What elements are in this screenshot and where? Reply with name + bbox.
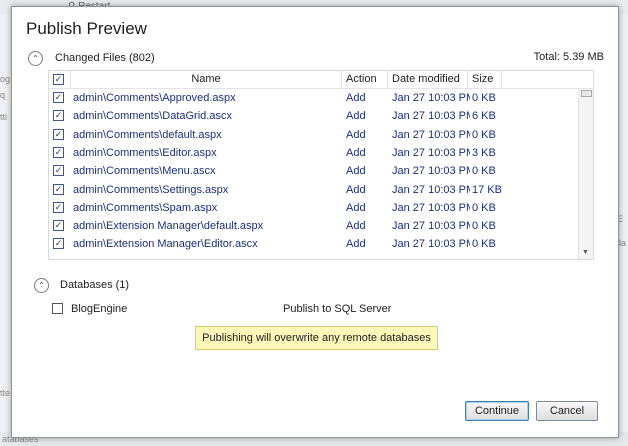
- file-date-modified: Jan 27 10:03 PM: [392, 92, 470, 104]
- row-checkbox[interactable]: ✓: [53, 220, 64, 232]
- background-fragment: tti: [0, 112, 8, 122]
- changed-files-label: Changed Files (802): [55, 52, 155, 64]
- vertical-scrollbar[interactable]: ▼: [578, 89, 593, 259]
- header-checkbox-cell: ✓: [49, 71, 71, 88]
- row-checkbox[interactable]: ✓: [53, 92, 64, 103]
- file-size: 0 KB: [472, 201, 496, 214]
- file-size: 0 KB: [472, 238, 496, 251]
- file-size: 0 KB: [472, 128, 496, 141]
- file-action: Add: [346, 128, 366, 141]
- total-size: Total: 5.39 MB: [533, 51, 604, 63]
- file-date-modified: Jan 27 10:03 PM: [392, 146, 470, 159]
- file-action: Add: [346, 220, 366, 233]
- file-size: 0 KB: [472, 92, 496, 104]
- scrollbar-thumb[interactable]: [581, 90, 592, 97]
- column-date-modified[interactable]: Date modified: [388, 71, 468, 88]
- file-date-modified: Jan 27 10:03 PM: [392, 201, 470, 214]
- file-size: 0 KB: [472, 220, 496, 233]
- table-row[interactable]: ✓ admin\Comments\Menu.ascx Add Jan 27 10:03…: [49, 162, 579, 180]
- file-name: admin\Comments\default.aspx: [73, 128, 222, 141]
- column-size[interactable]: Size: [468, 71, 502, 88]
- table-row[interactable]: ✓ admin\Comments\Spam.aspx Add Jan 27 10:03…: [49, 199, 579, 217]
- file-date-modified: Jan 27 10:03 PM: [392, 220, 470, 233]
- database-checkbox[interactable]: [52, 303, 63, 314]
- file-name: admin\Comments\Spam.aspx: [73, 201, 218, 214]
- row-checkbox[interactable]: ✓: [53, 183, 64, 195]
- file-action: Add: [346, 92, 366, 104]
- file-action: Add: [346, 183, 366, 196]
- table-row[interactable]: ✓ admin\Extension Manager\Editor.ascx Add J…: [49, 235, 579, 253]
- scroll-down-icon[interactable]: ▼: [582, 249, 589, 256]
- changed-files-grid: ✓ Name Action Date modified Size ✓ admin\…: [48, 70, 594, 260]
- grid-header: ✓ Name Action Date modified Size: [49, 71, 593, 89]
- row-checkbox[interactable]: ✓: [53, 238, 64, 250]
- row-checkbox[interactable]: ✓: [53, 201, 64, 213]
- select-all-checkbox[interactable]: ✓: [53, 74, 64, 85]
- row-checkbox[interactable]: ✓: [53, 165, 64, 177]
- table-row[interactable]: ✓ admin\Comments\Approved.aspx Add Jan 27 1…: [49, 89, 579, 107]
- database-target: Publish to SQL Server: [283, 303, 392, 315]
- background-fragment: tte: [0, 388, 11, 398]
- table-row[interactable]: ✓ admin\Comments\DataGrid.ascx Add Jan 27 1…: [49, 107, 579, 125]
- table-row[interactable]: ✓ admin\Comments\Settings.aspx Add Jan 27 1…: [49, 181, 579, 199]
- file-name: admin\Comments\Approved.aspx: [73, 92, 236, 104]
- row-checkbox[interactable]: ✓: [53, 146, 64, 158]
- file-action: Add: [346, 110, 366, 123]
- continue-button[interactable]: Continue: [465, 401, 529, 421]
- file-name: admin\Extension Manager\default.aspx: [73, 220, 264, 233]
- file-name: admin\Comments\Menu.ascx: [73, 165, 216, 178]
- row-checkbox[interactable]: ✓: [53, 128, 64, 140]
- file-size: 0 KB: [472, 165, 496, 178]
- file-action: Add: [346, 238, 366, 251]
- file-date-modified: Jan 27 10:03 PM: [392, 183, 470, 196]
- row-checkbox[interactable]: ✓: [53, 110, 64, 122]
- collapse-up-icon[interactable]: ⌃: [34, 278, 49, 293]
- file-name: admin\Comments\Settings.aspx: [73, 183, 229, 196]
- file-action: Add: [346, 165, 366, 178]
- file-action: Add: [346, 146, 366, 159]
- file-date-modified: Jan 27 10:03 PM: [392, 238, 470, 251]
- file-date-modified: Jan 27 10:03 PM: [392, 110, 470, 123]
- cancel-button[interactable]: Cancel: [536, 401, 598, 421]
- table-row[interactable]: ✓ admin\Comments\default.aspx Add Jan 27 10…: [49, 126, 579, 144]
- warning-banner: Publishing will overwrite any remote dat…: [195, 326, 438, 350]
- database-name: BlogEngine: [71, 303, 128, 315]
- file-action: Add: [346, 201, 366, 214]
- dialog-title: Publish Preview: [26, 19, 147, 38]
- file-name: admin\Comments\Editor.aspx: [73, 146, 217, 159]
- file-size: 3 KB: [472, 146, 496, 159]
- file-date-modified: Jan 27 10:03 PM: [392, 165, 470, 178]
- file-name: admin\Extension Manager\Editor.ascx: [73, 238, 258, 251]
- database-row: BlogEngine Publish to SQL Server: [52, 301, 572, 317]
- publish-preview-dialog: Publish Preview ⌃ Changed Files (802) To…: [11, 6, 619, 438]
- column-action[interactable]: Action: [342, 71, 388, 88]
- collapse-up-icon[interactable]: ⌃: [28, 51, 43, 66]
- file-name: admin\Comments\DataGrid.ascx: [73, 110, 232, 123]
- table-row[interactable]: ✓ admin\Comments\Editor.aspx Add Jan 27 10:…: [49, 144, 579, 162]
- file-date-modified: Jan 27 10:03 PM: [392, 128, 470, 141]
- file-size: 6 KB: [472, 110, 496, 123]
- table-row[interactable]: ✓ admin\Extension Manager\default.aspx Add…: [49, 217, 579, 235]
- file-size: 17 KB: [472, 183, 502, 196]
- background-fragment: og: [0, 74, 11, 84]
- column-name[interactable]: Name: [71, 71, 342, 88]
- background-fragment: q: [0, 90, 6, 100]
- databases-label: Databases (1): [60, 279, 130, 291]
